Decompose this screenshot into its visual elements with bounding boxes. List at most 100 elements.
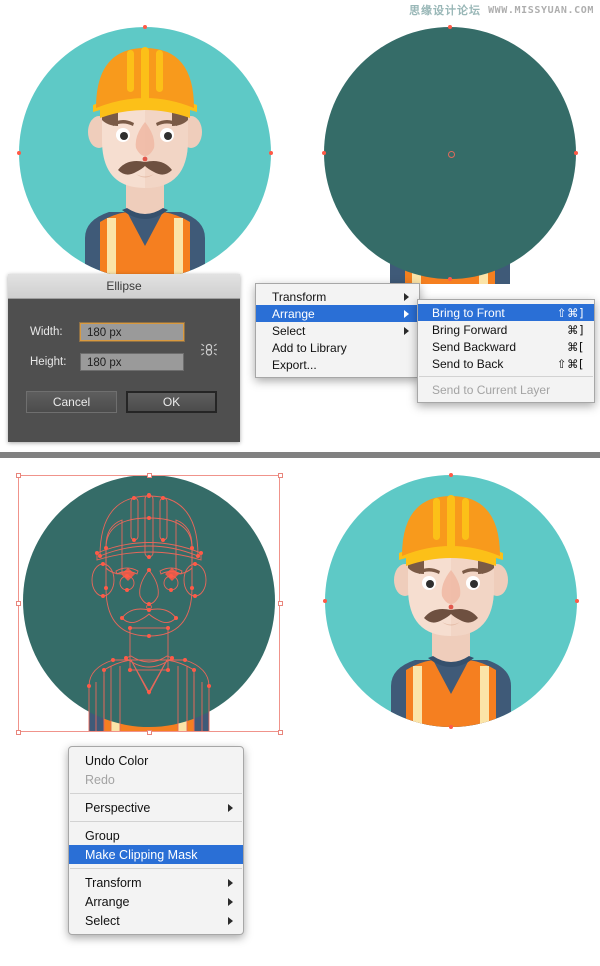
worker-avatar-final — [320, 470, 582, 732]
menu-item-label: Export... — [272, 358, 409, 372]
menu-item-label: Select — [272, 324, 390, 338]
menu-item-select[interactable]: Select — [69, 911, 243, 930]
menu-item-label: Add to Library — [272, 341, 409, 355]
context-menu-clipping: Undo Color Redo Perspective Group Make C… — [68, 746, 244, 935]
submenu-arrow-icon — [228, 879, 233, 887]
menu-separator — [70, 793, 242, 794]
menu-item-arrange[interactable]: Arrange — [256, 305, 419, 322]
bbox-handle-bc[interactable] — [147, 730, 152, 735]
panel-top-right-dark-ellipse — [319, 22, 581, 284]
panel-top-left-avatar — [14, 22, 276, 284]
bbox-handle-mr[interactable] — [278, 601, 283, 606]
menu-separator — [70, 821, 242, 822]
menu-item-label: Group — [85, 829, 233, 843]
menu-item-label: Bring Forward — [432, 323, 549, 337]
bbox-handle-br[interactable] — [278, 730, 283, 735]
anchor-point-left — [323, 599, 327, 603]
menu-item-shortcut: ⌘] — [567, 323, 584, 337]
menu-item-shortcut: ⇧⌘[ — [557, 357, 584, 371]
menu-separator — [70, 868, 242, 869]
submenu-arrow-icon — [228, 898, 233, 906]
width-label: Width: — [30, 326, 80, 338]
menu-item-label: Select — [85, 914, 214, 928]
watermark-url-text: WWW.MISSYUAN.COM — [488, 5, 594, 16]
menu-item-group[interactable]: Group — [69, 826, 243, 845]
menu-item-make-clipping-mask[interactable]: Make Clipping Mask — [69, 845, 243, 864]
submenu-arrow-icon — [404, 327, 409, 335]
menu-item-label: Redo — [85, 773, 233, 787]
menu-item-send-backward[interactable]: Send Backward ⌘[ — [418, 338, 594, 355]
ellipse-dialog-titlebar: Ellipse — [8, 274, 240, 299]
ellipse-dialog: Ellipse Width: 180 px Height: 180 px — [8, 274, 240, 442]
menu-item-send-to-current-layer: Send to Current Layer — [418, 381, 594, 398]
height-input[interactable]: 180 px — [80, 353, 184, 371]
menu-separator — [419, 376, 593, 377]
panel-bottom-right-result — [320, 470, 582, 732]
anchor-point-bottom — [448, 277, 452, 281]
anchor-point-right — [574, 151, 578, 155]
menu-item-label: Transform — [85, 876, 214, 890]
submenu-arrow-icon — [404, 310, 409, 318]
menu-item-select[interactable]: Select — [256, 322, 419, 339]
menu-item-label: Send Backward — [432, 340, 549, 354]
watermark: 思缘设计论坛 WWW.MISSYUAN.COM — [409, 2, 594, 18]
submenu-arrow-icon — [228, 804, 233, 812]
anchor-point-bottom — [449, 725, 453, 729]
menu-item-label: Undo Color — [85, 754, 233, 768]
anchor-point-left — [322, 151, 326, 155]
bbox-handle-tl[interactable] — [16, 473, 21, 478]
menu-item-label: Arrange — [272, 307, 390, 321]
menu-item-bring-forward[interactable]: Bring Forward ⌘] — [418, 321, 594, 338]
ellipse-dialog-body: Width: 180 px Height: 180 px — [8, 299, 240, 443]
submenu-arrow-icon — [228, 917, 233, 925]
bbox-handle-tc[interactable] — [147, 473, 152, 478]
anchor-point-top — [449, 473, 453, 477]
height-row: Height: 180 px — [30, 353, 184, 371]
width-row: Width: 180 px — [30, 323, 184, 341]
height-label: Height: — [30, 356, 80, 368]
menu-item-transform[interactable]: Transform — [69, 873, 243, 892]
ellipse-dialog-buttons: Cancel OK — [26, 391, 217, 413]
menu-item-shortcut: ⇧⌘] — [557, 306, 584, 320]
anchor-point-right — [269, 151, 273, 155]
bbox-handle-bl[interactable] — [16, 730, 21, 735]
menu-item-transform[interactable]: Transform — [256, 288, 419, 305]
panel-bottom-left-outline — [18, 470, 280, 732]
bbox-handle-ml[interactable] — [16, 601, 21, 606]
menu-item-label: Arrange — [85, 895, 214, 909]
context-menu-arrange: Transform Arrange Select Add to Library … — [255, 283, 420, 378]
menu-item-export[interactable]: Export... — [256, 356, 419, 373]
selection-bounding-box — [18, 475, 280, 732]
watermark-cn-text: 思缘设计论坛 — [409, 2, 481, 18]
menu-item-label: Bring to Front — [432, 306, 539, 320]
menu-item-label: Transform — [272, 290, 390, 304]
menu-item-undo-color[interactable]: Undo Color — [69, 751, 243, 770]
menu-item-shortcut: ⌘[ — [567, 340, 584, 354]
context-submenu-arrange: Bring to Front ⇧⌘] Bring Forward ⌘] Send… — [417, 299, 595, 403]
menu-item-label: Send to Back — [432, 357, 539, 371]
ok-button[interactable]: OK — [126, 391, 217, 413]
menu-item-perspective[interactable]: Perspective — [69, 798, 243, 817]
ellipse-dialog-title: Ellipse — [106, 279, 141, 293]
menu-item-bring-to-front[interactable]: Bring to Front ⇧⌘] — [418, 304, 594, 321]
anchor-point-top — [143, 25, 147, 29]
tutorial-screenshot: Ellipse Width: 180 px Height: 180 px — [0, 0, 600, 966]
bbox-handle-tr[interactable] — [278, 473, 283, 478]
menu-item-send-to-back[interactable]: Send to Back ⇧⌘[ — [418, 355, 594, 372]
anchor-point-top — [448, 25, 452, 29]
menu-item-arrange[interactable]: Arrange — [69, 892, 243, 911]
ellipse-center-point — [448, 151, 455, 158]
menu-item-label: Make Clipping Mask — [85, 848, 233, 862]
menu-item-redo: Redo — [69, 770, 243, 789]
submenu-arrow-icon — [404, 293, 409, 301]
section-divider — [0, 452, 600, 458]
link-constrain-proportions-icon[interactable] — [200, 340, 218, 360]
anchor-point-left — [17, 151, 21, 155]
menu-item-label: Perspective — [85, 801, 214, 815]
width-input[interactable]: 180 px — [80, 323, 184, 341]
menu-item-add-to-library[interactable]: Add to Library — [256, 339, 419, 356]
anchor-point-right — [575, 599, 579, 603]
worker-avatar-illustration — [14, 22, 276, 284]
menu-item-label: Send to Current Layer — [432, 383, 584, 397]
cancel-button[interactable]: Cancel — [26, 391, 117, 413]
